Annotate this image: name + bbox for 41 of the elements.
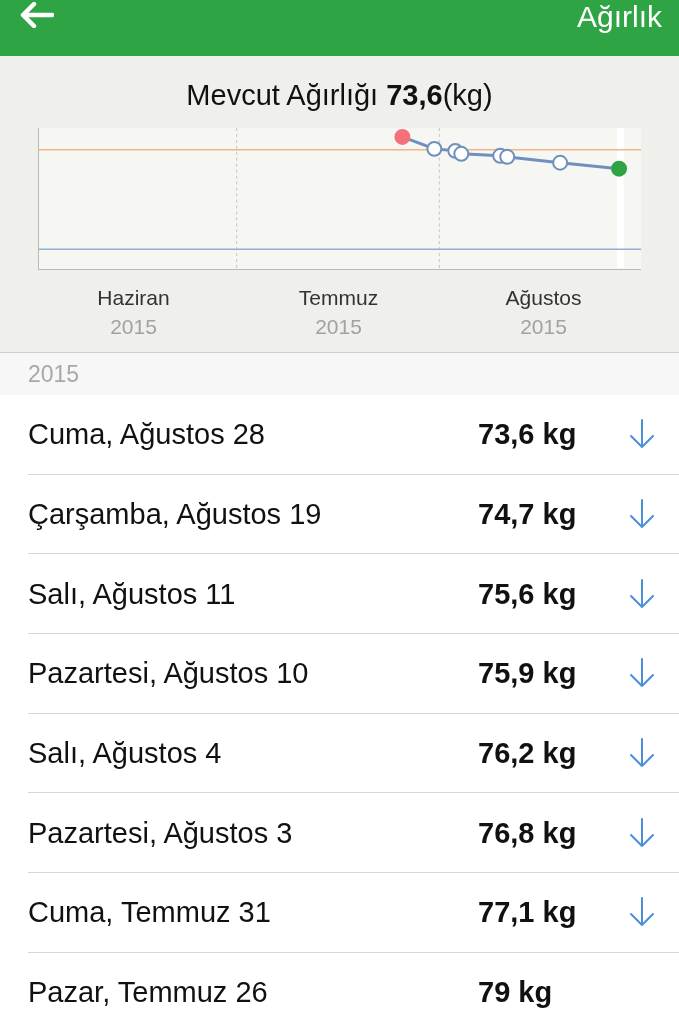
entry-date: Pazartesi, Ağustos 10 [28, 656, 310, 691]
chart-point [394, 129, 411, 145]
axis-year-label: 2015 [520, 314, 567, 340]
entry-weight: 75,9 kg [478, 656, 578, 691]
entry-weight: 76,2 kg [478, 736, 578, 771]
entry-date: Pazar, Temmuz 26 [28, 975, 269, 1010]
entry-date: Salı, Ağustos 11 [28, 576, 237, 611]
weight-entry-row[interactable]: Cuma, Ağustos 28 73,6 kg [28, 395, 679, 475]
entry-date: Cuma, Temmuz 31 [28, 895, 272, 930]
chart-point [426, 140, 443, 157]
weight-entry-row[interactable]: Çarşamba, Ağustos 19 74,7 kg [28, 474, 679, 555]
entry-date: Pazartesi, Ağustos 3 [28, 815, 294, 850]
axis-month-label: Temmuz [298, 285, 379, 311]
axis-month-label: Ağustos [505, 285, 582, 311]
weight-entry-row[interactable]: Cuma, Temmuz 31 77,1 kg [28, 873, 679, 953]
weight-entry-row[interactable]: Pazartesi, Ağustos 10 75,9 kg [28, 634, 679, 714]
entry-weight: 77,1 kg [478, 895, 578, 930]
entry-date: Cuma, Ağustos 28 [28, 417, 266, 452]
entry-weight: 76,8 kg [478, 815, 578, 850]
chart-point [611, 160, 627, 177]
entry-date: Salı, Ağustos 4 [28, 736, 223, 771]
entry-weight: 73,6 kg [478, 417, 578, 452]
entry-weight: 75,6 kg [478, 576, 578, 611]
entry-date: Çarşamba, Ağustos 19 [28, 497, 323, 532]
back-arrow-icon [20, 2, 54, 28]
axis-year-label: 2015 [110, 314, 157, 340]
weight-entry-row[interactable]: Pazartesi, Ağustos 3 76,8 kg [28, 793, 679, 874]
axis-month-label: Haziran [97, 285, 170, 311]
entry-weight: 79 kg [478, 975, 554, 1010]
weight-entry-row[interactable]: Pazar, Temmuz 26 79 kg [28, 952, 679, 1024]
chart-point [453, 145, 470, 162]
back-button[interactable] [20, 0, 54, 30]
axis-year-label: 2015 [315, 314, 362, 340]
section-year: 2015 [28, 360, 80, 388]
screen-title: Ağırlık [576, 0, 662, 34]
current-weight-title: Mevcut Ağırlığı 73,6(kg) [185, 78, 494, 112]
entry-weight: 74,7 kg [478, 497, 578, 532]
weight-entry-row[interactable]: Salı, Ağustos 11 75,6 kg [28, 554, 679, 635]
weight-entry-row[interactable]: Salı, Ağustos 4 76,2 kg [28, 713, 679, 794]
chart-point [552, 154, 569, 171]
chart-point [499, 148, 516, 165]
